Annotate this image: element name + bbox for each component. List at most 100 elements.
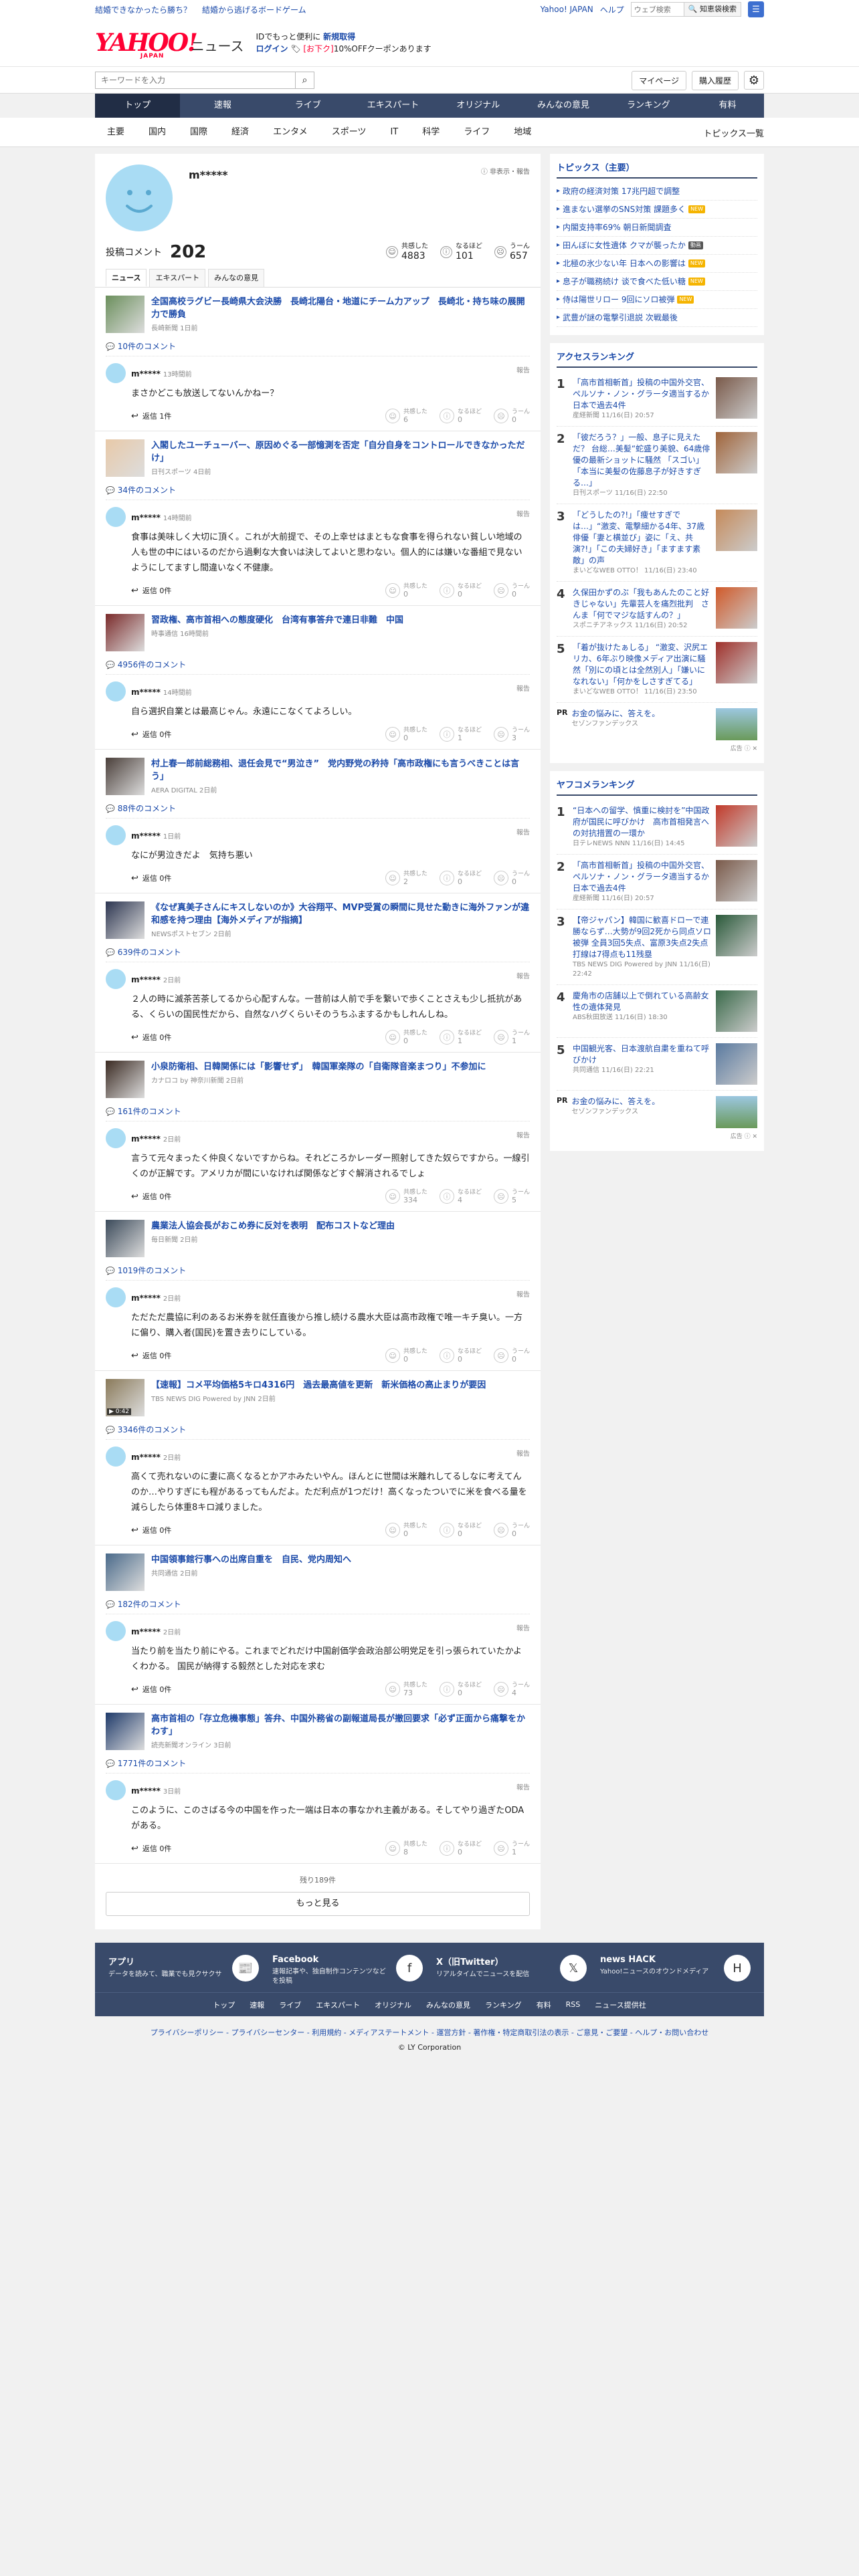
article-link[interactable]: 村上春一郎前総務相、退任会見で“男泣き” 党内野党の矜持「高市政権にも言うべきこ… [106, 758, 530, 795]
reaction-button[interactable]: ⓘ なるほど 0 [439, 1682, 482, 1697]
article-title[interactable]: 村上春一郎前総務相、退任会見で“男泣き” 党内野党の矜持「高市政権にも言うべきこ… [151, 758, 530, 783]
reaction-button[interactable]: ☺ 共感した 8 [385, 1841, 427, 1856]
reaction-button[interactable]: ☹ うーん 5 [493, 1189, 530, 1204]
topic-item[interactable]: ▸ 息子が職務続け 谈で食べた低い糖 NEW [557, 273, 757, 291]
promo-link-2[interactable]: 結婚から逃げるボードゲーム [202, 4, 306, 15]
reaction-button[interactable]: ⓘ なるほど 1 [439, 727, 482, 742]
comment-count-link[interactable]: 💬 34件のコメント [106, 481, 530, 500]
reaction-button[interactable]: ⓘ なるほど 0 [439, 409, 482, 423]
menu-icon[interactable]: ☰ [748, 1, 764, 17]
reaction-button[interactable]: ☹ うーん 4 [493, 1682, 530, 1697]
ranking-item[interactable]: 1 “日本への留学、慎重に検討を”中国政府が国民に呼びかけ 高市首相発言への対抗措… [557, 800, 757, 855]
ranking-item[interactable]: 4 久保田かずのぶ「我もあんたのこと好きじゃない」先輩芸人を痛烈批判 さんま「何で… [557, 582, 757, 637]
reaction-button[interactable]: ⓘ なるほど 0 [439, 1523, 482, 1537]
chiebukuro-search-button[interactable]: 🔍 知恵袋検索 [684, 2, 741, 17]
article-title[interactable]: 入閣したユーチューバー、原因めぐる一部憶測を否定「自分自身をコントロールできなか… [151, 439, 530, 465]
comment-count-link[interactable]: 💬 161件のコメント [106, 1102, 530, 1121]
article-link[interactable]: 高市首相の「存立危機事態」答弁、中国外務省の副報道局長が撤回要求「必ず正面から痛… [106, 1713, 530, 1750]
reaction-button[interactable]: ⓘ なるほど 4 [439, 1189, 482, 1204]
gear-icon[interactable]: ⚙ [744, 71, 764, 90]
legal-links[interactable]: プライバシーポリシー - プライバシーセンター - 利用規約 - メディアステー… [0, 2026, 859, 2040]
ranking-item[interactable]: 5 「着が抜けたぁしる」 “激変、沢尻エリカ、6年ぶり映像メディア出演に騒然「別に… [557, 637, 757, 703]
footer-link[interactable]: オリジナル [375, 2000, 411, 2010]
reply-button[interactable]: ↩ 返信 0件 [131, 1032, 171, 1043]
reaction-button[interactable]: ☹ うーん 3 [493, 727, 530, 742]
gnav-live[interactable]: ライブ [266, 94, 351, 118]
mypage-button[interactable]: マイページ [632, 70, 686, 90]
web-search-input[interactable] [630, 2, 684, 17]
gnav-ranking[interactable]: ランキング [606, 94, 691, 118]
reaction-button[interactable]: ☺ 共感した 0 [385, 1030, 427, 1045]
article-title[interactable]: 習政権、高市首相への態度硬化 台湾有事答弁で連日非難 中国 [151, 614, 403, 627]
report-link[interactable]: 報告 [516, 1448, 530, 1458]
reply-button[interactable]: ↩ 返信 0件 [131, 585, 171, 596]
report-link[interactable]: 報告 [516, 827, 530, 837]
footer-link[interactable]: 速報 [250, 2000, 264, 2010]
ad-label[interactable]: 広告 ⓘ ✕ [731, 1132, 757, 1140]
topic-item[interactable]: ▸ 侍は陽世リロー 9回にソロ被弾 NEW [557, 291, 757, 309]
ad-label[interactable]: 広告 ⓘ ✕ [731, 744, 757, 752]
pr-ad[interactable]: PR お金の悩みに、答えを。 セゾンファンデックス 広告 ⓘ ✕ [557, 703, 757, 755]
footer-link[interactable]: エキスパート [316, 2000, 360, 2010]
reply-button[interactable]: ↩ 返信 0件 [131, 1843, 171, 1854]
topic-item[interactable]: ▸ 武豊が謎の電撃引退説 次戦最後 [557, 309, 757, 327]
ranking-item[interactable]: 5 中国観光客、日本渡航自粛を重ねて呼びかけ 共同通信 11/16(日) 22:21 [557, 1038, 757, 1091]
article-title[interactable]: 中国領事館行事への出席自重を 自民、党内周知へ [151, 1553, 351, 1566]
tab-opinion[interactable]: みんなの意見 [208, 269, 265, 287]
reaction-button[interactable]: ⓘ なるほど 0 [439, 1348, 482, 1363]
gnav-flash[interactable]: 速報 [180, 94, 265, 118]
cat-world[interactable]: 国際 [178, 118, 219, 147]
reaction-button[interactable]: ☹ うーん 0 [493, 1523, 530, 1537]
comment-count-link[interactable]: 💬 1771件のコメント [106, 1754, 530, 1773]
reaction-button[interactable]: ☺ 共感した 0 [385, 1523, 427, 1537]
topic-item[interactable]: ▸ 進まない選挙のSNS対策 課題多く NEW [557, 201, 757, 219]
report-link[interactable]: 報告 [516, 1289, 530, 1299]
footer-link[interactable]: トップ [213, 2000, 235, 2010]
comment-count-link[interactable]: 💬 10件のコメント [106, 337, 530, 356]
gnav-original[interactable]: オリジナル [436, 94, 520, 118]
reaction-button[interactable]: ☺ 共感した 0 [385, 1348, 427, 1363]
article-link[interactable]: 《なぜ真美子さんにキスしないのか》大谷翔平、MVP受賞の瞬間に見せた動きに海外フ… [106, 901, 530, 939]
comment-count-link[interactable]: 💬 3346件のコメント [106, 1420, 530, 1439]
reaction-button[interactable]: ☹ うーん 0 [493, 583, 530, 598]
cat-life[interactable]: ライフ [452, 118, 502, 147]
login-link[interactable]: ログイン [256, 44, 288, 53]
cat-local[interactable]: 地域 [502, 118, 543, 147]
reply-button[interactable]: ↩ 返信 0件 [131, 1191, 171, 1202]
ranking-item[interactable]: 4 慶角市の店舗以上で倒れている高齢女性の遺体発見 ABS秋田放送 11/16(日)… [557, 985, 757, 1038]
comment-count-link[interactable]: 💬 1019件のコメント [106, 1261, 530, 1280]
comment-count-link[interactable]: 💬 182件のコメント [106, 1595, 530, 1614]
gnav-expert[interactable]: エキスパート [351, 94, 436, 118]
reply-button[interactable]: ↩ 返信 0件 [131, 1525, 171, 1535]
help-link[interactable]: ヘルプ [600, 4, 624, 15]
gnav-opinion[interactable]: みんなの意見 [520, 94, 605, 118]
reaction-button[interactable]: ⓘ なるほど 0 [439, 1841, 482, 1856]
comment-count-link[interactable]: 💬 639件のコメント [106, 943, 530, 962]
article-link[interactable]: 習政権、高市首相への態度硬化 台湾有事答弁で連日非難 中国 時事通信 16時間前 [106, 614, 530, 651]
keyword-input[interactable] [95, 72, 296, 89]
ranking-item[interactable]: 2 「高市首相斬首」投稿の中国外交官、ペルソナ・ノン・グラータ適当するか 日本で過… [557, 855, 757, 909]
pr-ad-2[interactable]: PR お金の悩みに、答えを。 セゾンファンデックス 広告 ⓘ ✕ [557, 1091, 757, 1143]
footer-link[interactable]: ランキング [485, 2000, 522, 2010]
report-link[interactable]: 報告 [516, 1782, 530, 1792]
yahoo-japan-link[interactable]: Yahoo! JAPAN [541, 5, 593, 14]
topic-item[interactable]: ▸ 内閣支持率69% 朝日新聞調査 [557, 219, 757, 237]
hide-report-link[interactable]: ⓘ 非表示・報告 [481, 166, 530, 176]
report-link[interactable]: 報告 [516, 508, 530, 518]
gnav-paid[interactable]: 有料 [691, 94, 764, 118]
cat-it[interactable]: IT [378, 118, 410, 147]
reply-button[interactable]: ↩ 返信 0件 [131, 1684, 171, 1695]
article-title[interactable]: 高市首相の「存立危機事態」答弁、中国外務省の副報道局長が撤回要求「必ず正面から痛… [151, 1713, 530, 1738]
ranking-item[interactable]: 3 「どうしたの?!」「痩せすぎでは…」“激変、電撃細かる4年、37歳俳優「妻と横… [557, 504, 757, 582]
reaction-button[interactable]: ☹ うーん 0 [493, 409, 530, 423]
tab-expert[interactable]: エキスパート [149, 269, 206, 287]
article-title[interactable]: 【速報】コメ平均価格5キロ4316円 過去最高値を更新 新米価格の高止まりが要因 [151, 1379, 486, 1392]
reply-button[interactable]: ↩ 返信 1件 [131, 411, 171, 421]
reaction-button[interactable]: ☹ うーん 1 [493, 1841, 530, 1856]
footer-link[interactable]: ライブ [279, 2000, 301, 2010]
article-link[interactable]: 農業法人協会長がおこめ券に反対を表明 配布コストなど理由 毎日新聞 2日前 [106, 1220, 530, 1257]
footer-link[interactable]: ニュース提供社 [595, 2000, 646, 2010]
search-icon[interactable]: ⌕ [296, 72, 314, 89]
ranking-item[interactable]: 1 「高市首相斬首」投稿の中国外交官、ペルソナ・ノン・グラータ適当するか 日本で過… [557, 372, 757, 427]
signup-link[interactable]: 新規取得 [323, 32, 355, 41]
